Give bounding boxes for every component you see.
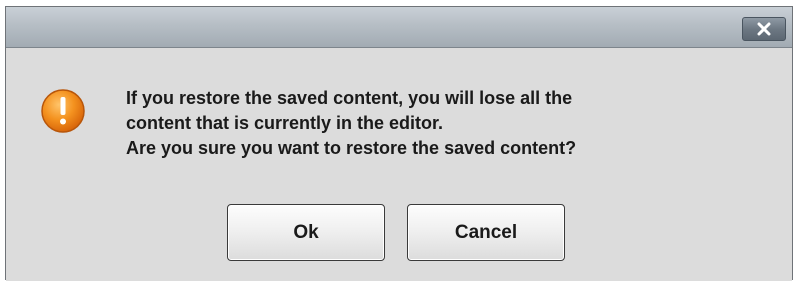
message-line-3: Are you sure you want to restore the sav… xyxy=(126,138,577,158)
close-button[interactable] xyxy=(742,17,786,41)
warning-exclamation-icon xyxy=(41,89,85,133)
confirm-restore-dialog: If you restore the saved content, you wi… xyxy=(5,6,793,281)
dialog-body: If you restore the saved content, you wi… xyxy=(6,48,792,281)
dialog-message: If you restore the saved content, you wi… xyxy=(126,86,766,161)
message-line-1: If you restore the saved content, you wi… xyxy=(126,88,573,108)
cancel-button[interactable]: Cancel xyxy=(407,204,565,261)
message-line-2: content that is currently in the editor. xyxy=(126,113,444,133)
ok-button[interactable]: Ok xyxy=(227,204,385,261)
close-x-icon xyxy=(757,22,771,36)
dialog-titlebar xyxy=(6,7,792,48)
